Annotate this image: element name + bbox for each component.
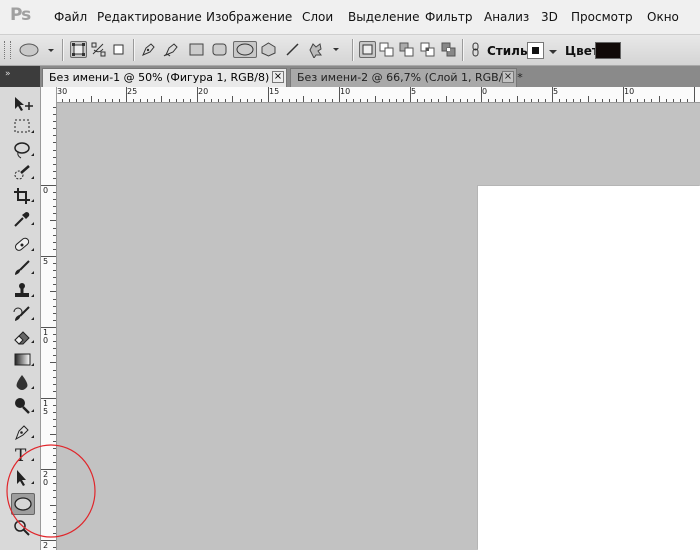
ruler-label: 0: [43, 186, 49, 195]
app-logo: Ps: [10, 5, 31, 25]
tool-preset-picker[interactable]: [15, 40, 57, 60]
vertical-ruler[interactable]: 0 5 1 0 1 5 2 0 2: [41, 102, 57, 550]
style-label: Стиль:: [487, 44, 533, 58]
separator: [133, 39, 134, 61]
hand-tool-icon[interactable]: [12, 518, 34, 538]
rectangle-icon[interactable]: [188, 41, 205, 58]
fill-pixels-icon[interactable]: [110, 41, 127, 58]
ruler-label: 15: [269, 87, 280, 96]
tab-label: Без имени-1 @ 50% (Фигура 1, RGB/8) *: [49, 71, 279, 84]
brush-tool-icon[interactable]: [12, 258, 34, 278]
polygon-icon[interactable]: [260, 41, 277, 58]
subtract-shape-icon[interactable]: [398, 41, 415, 58]
menu-3d[interactable]: 3D: [541, 10, 558, 24]
eyedropper-tool-icon[interactable]: [12, 209, 34, 229]
menu-file[interactable]: Файл: [54, 10, 87, 24]
ruler-label: 5: [411, 87, 417, 96]
menu-view[interactable]: Просмотр: [571, 10, 633, 24]
crop-tool-icon[interactable]: [12, 186, 34, 206]
menu-analysis[interactable]: Анализ: [484, 10, 529, 24]
paths-icon[interactable]: [90, 41, 107, 58]
eraser-tool-icon[interactable]: [12, 327, 34, 347]
shape-layers-icon[interactable]: [70, 41, 87, 58]
ruler-label: 25: [127, 87, 138, 96]
ruler-label: 5: [553, 87, 559, 96]
close-icon[interactable]: ×: [502, 71, 514, 83]
options-bar: Стиль: Цвет:: [0, 35, 700, 66]
tools-panel: T: [0, 87, 41, 550]
tab-document-1[interactable]: Без имени-1 @ 50% (Фигура 1, RGB/8) * ×: [42, 68, 287, 87]
ruler-label: 0: [482, 87, 488, 96]
ruler-label: 5: [43, 407, 49, 416]
ruler-ticks: [55, 87, 695, 102]
ruler-label: 10: [624, 87, 635, 96]
blur-tool-icon[interactable]: [12, 373, 34, 393]
ruler-label: 0: [43, 336, 49, 345]
ruler-label: 0: [43, 478, 49, 487]
dodge-tool-icon[interactable]: [12, 396, 34, 416]
ellipse-tool-icon[interactable]: [11, 493, 35, 515]
marquee-tool-icon[interactable]: [12, 117, 34, 137]
menu-edit[interactable]: Редактирование: [97, 10, 202, 24]
gradient-tool-icon[interactable]: [12, 350, 34, 370]
menu-layers[interactable]: Слои: [302, 10, 333, 24]
pen-icon[interactable]: [140, 41, 157, 58]
lasso-tool-icon[interactable]: [12, 140, 34, 160]
add-to-shape-icon[interactable]: [378, 41, 395, 58]
menu-select[interactable]: Выделение: [348, 10, 419, 24]
ruler-label: 10: [340, 87, 351, 96]
path-selection-tool-icon[interactable]: [12, 468, 34, 488]
ruler-origin[interactable]: [41, 87, 57, 103]
collapse-arrows-icon[interactable]: »: [5, 69, 11, 79]
horizontal-ruler[interactable]: 30 25 20 15 10 5 0 5 10: [41, 87, 700, 103]
separator: [62, 39, 63, 61]
rounded-rectangle-icon[interactable]: [211, 41, 228, 58]
line-icon[interactable]: [284, 41, 301, 58]
menu-image[interactable]: Изображение: [206, 10, 292, 24]
separator: [462, 39, 463, 61]
style-swatch[interactable]: [527, 42, 544, 59]
pen-tool-icon[interactable]: [12, 422, 34, 442]
color-swatch[interactable]: [595, 42, 621, 59]
intersect-shape-icon[interactable]: [419, 41, 436, 58]
separator: [352, 39, 353, 61]
document-canvas[interactable]: [478, 186, 700, 550]
type-tool-icon[interactable]: T: [12, 445, 34, 466]
ruler-label: 2: [43, 541, 49, 550]
new-layer-mode-icon[interactable]: [359, 41, 376, 58]
clone-stamp-tool-icon[interactable]: [12, 281, 34, 301]
ellipse-shape-icon[interactable]: [233, 41, 257, 58]
menu-bar: Ps Файл Редактирование Изображение Слои …: [0, 0, 700, 35]
tab-label: Без имени-2 @ 66,7% (Слой 1, RGB/8) *: [297, 71, 523, 84]
history-brush-tool-icon[interactable]: [12, 304, 34, 324]
exclude-shape-icon[interactable]: [440, 41, 457, 58]
ruler-label: 5: [43, 257, 49, 266]
svg-text:T: T: [15, 446, 27, 465]
freeform-pen-icon[interactable]: [163, 41, 180, 58]
options-grip[interactable]: [4, 41, 11, 59]
quick-selection-tool-icon[interactable]: [12, 163, 34, 183]
tools-panel-header[interactable]: »: [0, 66, 40, 87]
ruler-label: 30: [57, 87, 68, 96]
move-tool-icon[interactable]: [12, 94, 34, 114]
ruler-label: 20: [198, 87, 209, 96]
tab-document-2[interactable]: Без имени-2 @ 66,7% (Слой 1, RGB/8) * ×: [290, 68, 523, 87]
custom-shape-icon[interactable]: [307, 41, 341, 59]
menu-filter[interactable]: Фильтр: [425, 10, 472, 24]
style-dropdown-arrow[interactable]: [548, 46, 558, 56]
close-icon[interactable]: ×: [272, 71, 284, 83]
link-icon[interactable]: [467, 41, 484, 58]
menu-window[interactable]: Окно: [647, 10, 679, 24]
spot-healing-tool-icon[interactable]: [12, 235, 34, 255]
